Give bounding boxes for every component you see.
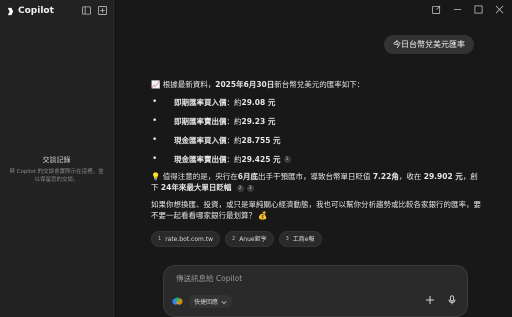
- microphone-icon[interactable]: [447, 295, 457, 305]
- assistant-response: 📈 根據最新資料，2025年6月30日新台幣兌美元的匯率如下： • 即期匯率買入…: [151, 79, 481, 247]
- citation-marker[interactable]: 1: [283, 156, 291, 163]
- brand[interactable]: Copilot: [6, 6, 54, 16]
- chevron-down-icon: [221, 300, 227, 304]
- copilot-logo-icon: [7, 7, 14, 15]
- lightbulb-emoji-icon: 💡: [151, 172, 161, 181]
- bullet-dot: •: [152, 154, 158, 164]
- close-icon[interactable]: [495, 5, 504, 14]
- chart-emoji-icon: 📈: [151, 80, 161, 89]
- collapse-sidebar-icon[interactable]: [82, 6, 91, 15]
- brand-name: Copilot: [18, 6, 54, 16]
- minimize-icon[interactable]: [453, 5, 462, 14]
- history-empty-title: 交談記錄: [42, 156, 71, 164]
- citation-marker[interactable]: 2: [236, 184, 244, 192]
- maximize-icon[interactable]: [474, 5, 483, 14]
- citation-marker[interactable]: 3: [246, 184, 254, 192]
- source-chips: 1 rate.bot.com.tw 2 Anue鉅亨 3 工商e報: [151, 231, 481, 247]
- bullet-dot: •: [152, 135, 158, 145]
- sidebar: Copilot 交談記錄 與 Copilot 的交談會實際示在這裡，並 以保留您…: [0, 0, 114, 317]
- rate-item: • 現金匯率賣出價 ：約 29.425 元 1: [151, 152, 481, 167]
- add-icon[interactable]: [425, 295, 435, 305]
- compose-icon[interactable]: [432, 5, 441, 14]
- copilot-avatar-icon: [172, 297, 183, 305]
- rate-item: • 現金匯率買入價 ：約 28.755 元: [152, 135, 281, 145]
- response-closing: 如果你想換匯、投資，或只是單純關心經濟動態，我也可以幫你分析趨勢或比較各家銀行的…: [151, 200, 481, 220]
- source-chip[interactable]: 2 Anue鉅亨: [225, 231, 274, 247]
- history-empty-text: 與 Copilot 的交談會實際示在這裡，並 以保留您的交談。: [9, 169, 104, 183]
- response-note: 💡 值得注意的是，央行在6月底出手干預匯市，導致台幣單日貶值 7.22角，收在 …: [151, 172, 478, 192]
- source-chip[interactable]: 3 工商e報: [278, 231, 322, 247]
- message-composer: 快捷回應: [163, 265, 468, 317]
- rate-item: • 即期匯率賣出價 ：約 29.23 元: [152, 116, 276, 126]
- money-bag-emoji-icon: 💰: [258, 211, 268, 220]
- source-chip[interactable]: 1 rate.bot.com.tw: [151, 231, 221, 247]
- new-chat-icon[interactable]: [98, 6, 107, 15]
- bullet-dot: •: [152, 116, 158, 126]
- quick-reply-dropdown[interactable]: 快捷回應: [189, 295, 233, 308]
- response-intro: 📈 根據最新資料，2025年6月30日新台幣兌美元的匯率如下：: [151, 80, 365, 89]
- bullet-dot: •: [152, 97, 158, 107]
- rate-item: • 即期匯率買入價 ：約 29.08 元: [152, 97, 276, 107]
- user-message-bubble: 今日台幣兌美元匯率: [384, 35, 474, 54]
- message-input[interactable]: [174, 273, 458, 284]
